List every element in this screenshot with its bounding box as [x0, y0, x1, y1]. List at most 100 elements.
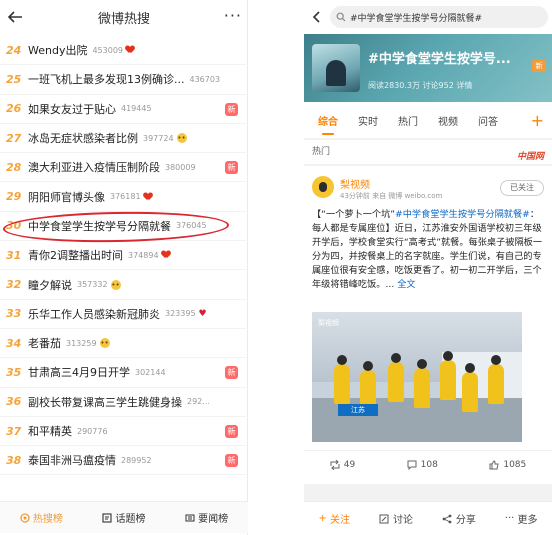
- hot-search-title: Wendy出院: [28, 44, 88, 58]
- tab-popular[interactable]: 热门: [398, 113, 418, 128]
- topic-detail-screen: #中学食堂学生按学号分隔就餐# #中学食堂学生按学号... 新 阅读2830.3…: [304, 0, 552, 535]
- repost-icon: [330, 459, 340, 470]
- hot-search-item[interactable]: 33 乐华工作人员感染新冠肺炎 323395 ♥: [0, 300, 248, 329]
- section-header: 热门 中国网: [304, 140, 552, 164]
- tab-realtime[interactable]: 实时: [358, 113, 378, 128]
- expand-link[interactable]: 全文: [397, 279, 415, 290]
- hot-search-title: 甘肃高三4月9日开学: [28, 366, 130, 380]
- hot-search-title: 冰岛无症状感染者比例: [28, 132, 138, 146]
- hot-search-item[interactable]: 32 瞳夕解说 357332 ••: [0, 270, 248, 300]
- hot-search-count: 397724: [143, 133, 174, 143]
- heart-icon: [144, 193, 152, 201]
- more-label: 更多: [517, 515, 538, 526]
- post-hashtag[interactable]: #中学食堂学生按学号分隔就餐#: [395, 209, 530, 220]
- hot-search-item[interactable]: 26 如果女友过于贴心 419445 新: [0, 95, 248, 124]
- repost-count: 49: [343, 459, 356, 470]
- back-arrow-icon[interactable]: [6, 8, 24, 26]
- emoji-icon: ••: [110, 279, 121, 290]
- more-button[interactable]: ··· 更多: [505, 511, 538, 526]
- rank-number: 28: [6, 160, 22, 174]
- hot-search-item[interactable]: 27 冰岛无症状感染者比例 397724 ••: [0, 124, 248, 154]
- post-image[interactable]: 梨视频 江苏: [312, 312, 522, 442]
- new-badge: 新: [225, 102, 238, 116]
- emoji-icon: ••: [176, 133, 187, 144]
- repost-button[interactable]: 49: [330, 459, 356, 470]
- hot-search-title: 阴阳师官博头像: [28, 190, 105, 204]
- search-icon: [336, 12, 346, 22]
- heart-icon: [162, 251, 170, 259]
- hot-search-count: 323395: [165, 309, 196, 319]
- hot-search-item[interactable]: 24 Wendy出院 453009: [0, 36, 248, 66]
- follow-button[interactable]: + 关注: [318, 511, 350, 526]
- hot-search-count: 289952: [121, 455, 152, 465]
- like-button[interactable]: 1085: [489, 460, 526, 470]
- post-text-part: 【“一个萝卜一个坑”: [312, 209, 396, 220]
- rank-number: 29: [6, 190, 22, 204]
- tab-qa[interactable]: 问答: [478, 113, 498, 128]
- add-tab-icon[interactable]: +: [531, 111, 544, 130]
- tab-hot-search[interactable]: 热搜榜: [20, 510, 63, 525]
- topic-banner: #中学食堂学生按学号... 新 阅读2830.3万 讨论952 详情: [304, 34, 552, 102]
- post-author[interactable]: 梨视频: [340, 176, 370, 191]
- hot-search-title: 老番茄: [28, 337, 61, 351]
- hot-search-item[interactable]: 25 一班飞机上最多发现13例确诊... 436703: [0, 65, 248, 95]
- discuss-button[interactable]: 讨论: [379, 511, 413, 526]
- new-badge: 新: [225, 366, 238, 380]
- hot-search-count: 419445: [121, 104, 152, 114]
- header: 微博热搜 ···: [0, 0, 248, 34]
- hot-search-title: 青你2调整播出时间: [28, 249, 123, 263]
- avatar[interactable]: [312, 176, 334, 198]
- rank-number: 33: [6, 307, 22, 321]
- tab-topic-label: 话题榜: [115, 514, 146, 525]
- flame-icon: [20, 512, 30, 523]
- hot-search-title: 乐华工作人员感染新冠肺炎: [28, 307, 160, 321]
- broken-heart-icon: ♥: [198, 308, 207, 319]
- tab-news[interactable]: 要闻榜: [185, 510, 228, 525]
- hot-search-count: 374894: [128, 250, 159, 260]
- search-input[interactable]: #中学食堂学生按学号分隔就餐#: [330, 6, 548, 28]
- comment-button[interactable]: 108: [407, 460, 438, 470]
- hot-search-title: 泰国非洲马瘟疫情: [28, 454, 116, 468]
- back-chevron-icon[interactable]: [310, 10, 324, 24]
- hot-search-title: 如果女友过于贴心: [28, 102, 116, 116]
- heart-icon: [126, 46, 134, 54]
- tab-video[interactable]: 视频: [438, 113, 458, 128]
- tab-topic[interactable]: 话题榜: [102, 510, 145, 525]
- rank-number: 26: [6, 102, 22, 116]
- emoji-icon: ••: [99, 338, 110, 349]
- more-icon[interactable]: ···: [224, 6, 242, 25]
- hot-search-item[interactable]: 30 中学食堂学生按学号分隔就餐 376045: [0, 209, 248, 244]
- post-meta: 43分钟前 来自 微博 weibo.com: [340, 192, 443, 200]
- page-title: 微博热搜: [97, 11, 150, 27]
- share-button[interactable]: 分享: [442, 511, 476, 526]
- hot-search-count: 376181: [110, 192, 141, 202]
- thumbs-up-icon: [489, 459, 499, 469]
- topic-stats[interactable]: 阅读2830.3万 讨论952 详情: [368, 80, 472, 91]
- section-label: 热门: [312, 147, 331, 157]
- hot-search-item[interactable]: 28 澳大利亚进入疫情压制阶段 380009 新: [0, 153, 248, 183]
- hot-search-title: 瞳夕解说: [28, 278, 72, 292]
- plus-icon: +: [318, 513, 327, 524]
- share-label: 分享: [455, 515, 476, 526]
- hot-search-item[interactable]: 29 阴阳师官博头像 376181: [0, 182, 248, 212]
- hot-search-item[interactable]: 36 副校长带复课高三学生跳健身操 292...: [0, 388, 248, 417]
- search-query: #中学食堂学生按学号分隔就餐#: [350, 13, 483, 24]
- new-badge: 新: [532, 60, 546, 72]
- hot-search-item[interactable]: 34 老番茄 313259 ••: [0, 329, 248, 359]
- bottom-tabbar: 热搜榜 话题榜 要闻榜: [0, 501, 248, 533]
- share-icon: [442, 514, 452, 523]
- hot-search-item[interactable]: 37 和平精英 290776 新: [0, 417, 248, 447]
- hot-search-title: 一班飞机上最多发现13例确诊...: [28, 73, 185, 87]
- hot-search-count: 436703: [189, 74, 221, 84]
- hot-search-item[interactable]: 35 甘肃高三4月9日开学 302144 新: [0, 358, 248, 388]
- rank-number: 32: [6, 278, 22, 292]
- new-badge: 新: [225, 161, 238, 175]
- hot-search-item[interactable]: 38 泰国非洲马瘟疫情 289952 新: [0, 446, 248, 476]
- hot-search-count: 290776: [77, 426, 108, 436]
- hot-search-item[interactable]: 31 青你2调整播出时间 374894: [0, 241, 248, 271]
- followed-button[interactable]: 已关注: [500, 180, 544, 196]
- tab-all[interactable]: 综合: [318, 113, 338, 135]
- rank-number: 38: [6, 453, 22, 467]
- hot-search-title: 澳大利亚进入疫情压制阶段: [28, 161, 160, 175]
- comment-count: 108: [420, 459, 438, 470]
